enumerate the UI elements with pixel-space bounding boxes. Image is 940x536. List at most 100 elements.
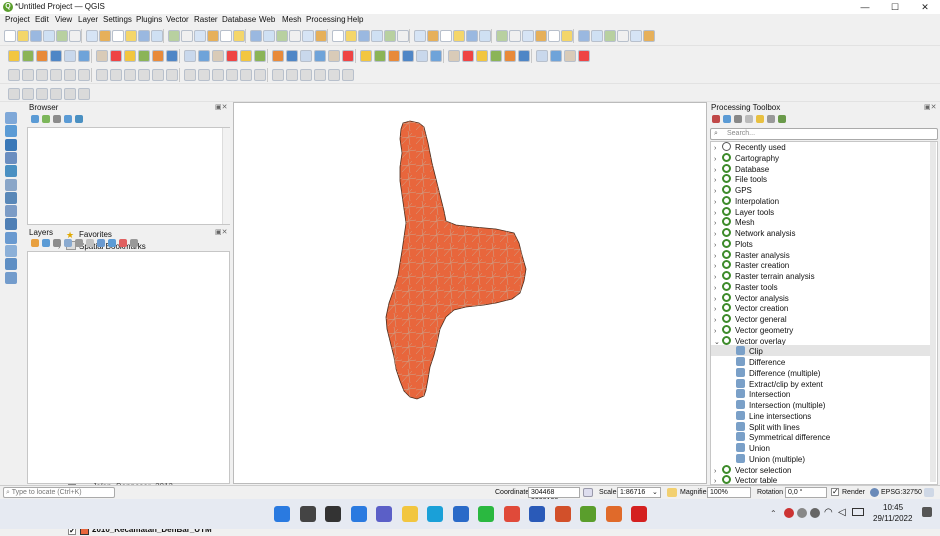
dock-tool-icon[interactable]	[75, 115, 83, 123]
python-icon[interactable]	[110, 50, 122, 62]
pan-icon[interactable]	[522, 30, 534, 42]
add-spatialite-icon[interactable]	[402, 50, 414, 62]
dock-tool-icon[interactable]	[97, 239, 105, 247]
toolbox-group[interactable]: › Vector creation	[714, 303, 788, 314]
save-as-icon[interactable]	[151, 30, 163, 42]
clock-time[interactable]: 10:45	[883, 503, 903, 512]
map-canvas[interactable]	[233, 102, 707, 484]
expand-arrow-icon[interactable]: ›	[714, 274, 722, 281]
add-layer-icon[interactable]	[5, 138, 17, 151]
print-layout-icon[interactable]	[384, 30, 396, 42]
save-project-icon[interactable]	[30, 30, 42, 42]
add-spatialite-icon[interactable]	[166, 50, 178, 62]
dock-tool-icon[interactable]	[130, 239, 138, 247]
save-project-icon[interactable]	[578, 30, 590, 42]
advanced-digitizing-icon[interactable]	[254, 69, 266, 81]
pan-icon[interactable]	[630, 30, 642, 42]
add-postgis-icon[interactable]	[64, 50, 76, 62]
add-layer-icon[interactable]	[5, 112, 17, 124]
browser-scrollbar[interactable]	[222, 128, 230, 224]
zoom-in-icon[interactable]	[207, 30, 219, 42]
toolbox-scrollbar[interactable]	[930, 142, 936, 482]
save-project-icon[interactable]	[138, 30, 150, 42]
word-icon[interactable]	[529, 506, 545, 522]
advanced-digitizing-icon[interactable]	[36, 69, 48, 81]
toolbox-group[interactable]: › Interpolation	[714, 195, 779, 207]
add-raster-layer-icon[interactable]	[138, 50, 150, 62]
layout-manager-icon[interactable]	[397, 30, 409, 42]
digitize-icon[interactable]	[212, 50, 224, 62]
layout-manager-icon[interactable]	[509, 30, 521, 42]
advanced-digitizing-icon[interactable]	[286, 69, 298, 81]
new-project-icon[interactable]	[548, 30, 560, 42]
advanced-digitizing-icon[interactable]	[50, 69, 62, 81]
print-layout-icon[interactable]	[56, 30, 68, 42]
dock-tool-icon[interactable]	[712, 115, 720, 123]
messages-icon[interactable]	[924, 488, 934, 497]
advanced-digitizing-icon[interactable]	[198, 69, 210, 81]
toolbox-group[interactable]: › Plots	[714, 238, 753, 250]
toolbox-group[interactable]: › Layer tools	[714, 206, 774, 218]
dock-tool-icon[interactable]	[767, 115, 775, 123]
dock-close-icon[interactable]: ▣✕	[215, 103, 229, 111]
menu-edit[interactable]: Edit	[35, 15, 49, 24]
toolbox-search-field[interactable]: ⌕ Search...	[710, 128, 938, 140]
add-layer-icon[interactable]	[5, 245, 17, 257]
expand-arrow-icon[interactable]: ›	[714, 156, 722, 163]
add-spatialite-icon[interactable]	[518, 50, 530, 62]
close-button[interactable]: ✕	[918, 1, 932, 13]
print-layout-icon[interactable]	[168, 30, 180, 42]
advanced-digitizing-icon[interactable]	[138, 69, 150, 81]
python-icon[interactable]	[462, 50, 474, 62]
toolbox-algorithm[interactable]: Intersection	[736, 389, 790, 400]
whatsapp-icon[interactable]	[478, 506, 494, 522]
chrome-icon[interactable]	[503, 506, 520, 522]
toolbox-group[interactable]: › Vector general	[714, 314, 787, 325]
advanced-digitizing-icon[interactable]	[96, 69, 108, 81]
toolbox-group[interactable]: › Raster analysis	[714, 249, 790, 261]
layout-manager-icon[interactable]	[181, 30, 193, 42]
add-layer-icon[interactable]	[5, 258, 17, 271]
pan-icon[interactable]	[86, 30, 98, 42]
add-postgis-icon[interactable]	[416, 50, 428, 62]
new-shapefile-icon[interactable]	[198, 50, 210, 62]
add-postgis-icon[interactable]	[536, 50, 548, 62]
snapping-icon[interactable]	[78, 88, 90, 100]
menu-vector[interactable]: Vector	[166, 15, 189, 24]
add-layer-icon[interactable]	[5, 125, 17, 138]
save-as-icon[interactable]	[263, 30, 275, 42]
advanced-digitizing-icon[interactable]	[226, 69, 238, 81]
store-icon[interactable]	[452, 506, 469, 522]
maximize-button[interactable]: ☐	[888, 1, 902, 13]
new-project-icon[interactable]	[440, 30, 452, 42]
digitize-icon[interactable]	[96, 50, 108, 62]
toolbox-group[interactable]: › Cartography	[714, 152, 779, 164]
toolbox-group[interactable]: › Database	[714, 163, 769, 175]
menu-help[interactable]: Help	[347, 15, 363, 24]
advanced-digitizing-icon[interactable]	[64, 69, 76, 81]
advanced-digitizing-icon[interactable]	[22, 69, 34, 81]
add-delimited-icon[interactable]	[36, 50, 48, 62]
add-vector-layer-icon[interactable]	[476, 50, 488, 62]
add-vector-layer-icon[interactable]	[124, 50, 136, 62]
dock-tool-icon[interactable]	[734, 115, 742, 123]
toolbox-algorithm[interactable]: Clip	[736, 346, 763, 357]
teams-icon[interactable]	[376, 506, 392, 522]
file-explorer-icon[interactable]	[401, 506, 418, 522]
add-postgis-icon[interactable]	[300, 50, 312, 62]
toolbox-group[interactable]: › GPS	[714, 185, 752, 196]
add-raster-layer-icon[interactable]	[490, 50, 502, 62]
dock-tool-icon[interactable]	[64, 239, 72, 247]
clock-date[interactable]: 29/11/2022	[873, 514, 912, 523]
advanced-digitizing-icon[interactable]	[328, 69, 340, 81]
notification-icon[interactable]	[922, 507, 932, 517]
expand-arrow-icon[interactable]: ›	[714, 317, 722, 324]
dock-tool-icon[interactable]	[86, 239, 94, 247]
save-as-icon[interactable]	[43, 30, 55, 42]
zoom-in-icon[interactable]	[99, 30, 111, 42]
add-layer-icon[interactable]	[5, 218, 17, 231]
advanced-digitizing-icon[interactable]	[342, 69, 354, 81]
menu-mesh[interactable]: Mesh	[282, 15, 302, 24]
advanced-digitizing-icon[interactable]	[110, 69, 122, 81]
print-layout-icon[interactable]	[604, 30, 616, 42]
